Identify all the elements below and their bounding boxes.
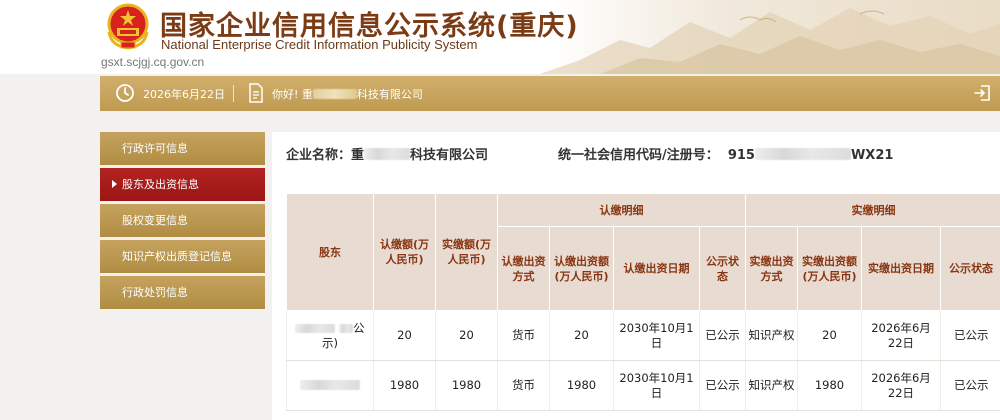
col-header-paid-status: 公示状态 (940, 226, 1000, 311)
sidebar-item-label: 行政处罚信息 (122, 286, 188, 299)
sub-method: 货币 (497, 310, 550, 361)
shareholder-name (286, 360, 374, 411)
greeting-company-end: 科技有限公司 (356, 88, 423, 101)
site-header: 国家企业信用信息公示系统(重庆) National Enterprise Cre… (0, 0, 1000, 74)
redacted-credit-code (754, 148, 851, 160)
sidebar-item-administrative-license[interactable]: 行政许可信息 (100, 132, 265, 165)
table-row: 1980 1980 货币 1980 2030年10月1日 已公示 知识产权 19… (286, 360, 1000, 411)
triangle-right-icon (112, 180, 117, 188)
credit-code-start: 915 (727, 148, 755, 163)
company-name-end: 科技有限公司 (410, 148, 489, 163)
col-header-paid-method: 实缴出资方式 (745, 226, 798, 311)
table-row: 公 示) 20 20 货币 20 2030年10月1日 已公示 知识产权 20 … (286, 310, 1000, 361)
sidebar-item-label: 股东及出资信息 (122, 178, 199, 191)
sidebar-item-shareholders[interactable]: 股东及出资信息 (100, 168, 265, 201)
paid-amount: 20 (435, 310, 498, 361)
sidebar-item-label: 知识产权出质登记信息 (122, 250, 232, 263)
company-name-start: 重 (351, 148, 365, 163)
paid-amount: 1980 (435, 360, 498, 411)
sidebar-item-administrative-penalty[interactable]: 行政处罚信息 (100, 276, 265, 309)
redacted-company-name (364, 148, 411, 160)
col-header-sub-status: 公示状态 (699, 226, 746, 311)
redacted-shareholder-name (300, 380, 360, 390)
greeting-company-start: 重 (301, 88, 313, 101)
mountain-landscape-decoration (540, 8, 1000, 74)
paid-method: 知识产权 (745, 360, 798, 411)
col-header-sub-amount: 认缴出资额(万人民币) (549, 226, 614, 311)
paid-date: 2026年6月22日 (861, 360, 941, 411)
sidebar-nav: 行政许可信息 股东及出资信息 股权变更信息 知识产权出质登记信息 行政处罚信息 (100, 132, 265, 312)
col-header-subscribed-amount: 认缴额(万人民币) (373, 193, 436, 311)
company-name-row: 企业名称：重 科技有限公司 (286, 144, 488, 163)
document-icon (249, 83, 263, 103)
info-divider (233, 85, 234, 102)
col-header-paid-amount: 实缴额(万人民币) (435, 193, 498, 311)
credit-code-end: WX21 (850, 148, 894, 163)
col-header-subscribed-detail: 认缴明细 (497, 193, 746, 227)
sidebar-item-label: 股权变更信息 (122, 214, 188, 227)
logout-icon[interactable] (974, 84, 992, 102)
sub-amount: 1980 (549, 360, 614, 411)
sidebar-item-ip-pledge[interactable]: 知识产权出质登记信息 (100, 240, 265, 273)
col-header-shareholder: 股东 (286, 193, 374, 311)
col-header-paid-detail: 实缴明细 (745, 193, 1000, 227)
paid-method: 知识产权 (745, 310, 798, 361)
sidebar-item-label: 行政许可信息 (122, 142, 188, 155)
col-header-paid-date: 实缴出资日期 (861, 226, 941, 311)
national-emblem-icon (107, 3, 149, 50)
redacted-shareholder-name (339, 323, 354, 333)
site-url: gsxt.scjgj.cq.gov.cn (101, 55, 205, 69)
info-bar: 2026年6月22日 你好! 重 科技有限公司 (100, 76, 1000, 111)
paid-status: 已公示 (940, 310, 1000, 361)
sidebar-item-equity-change[interactable]: 股权变更信息 (100, 204, 265, 237)
redacted-company-name (312, 89, 357, 99)
credit-code-label: 统一社会信用代码/注册号： (558, 148, 719, 163)
clock-icon (116, 84, 134, 102)
paid-status: 已公示 (940, 360, 1000, 411)
credit-code-row: 统一社会信用代码/注册号： 915 WX21 (558, 144, 893, 163)
redacted-shareholder-name (295, 323, 336, 333)
col-header-paid-amount-detail: 实缴出资额(万人民币) (797, 226, 862, 311)
greeting: 你好! 重 科技有限公司 (272, 86, 423, 102)
shareholder-table: 股东 认缴额(万人民币) 实缴额(万人民币) 认缴明细 实缴明细 认缴出资方式 … (286, 193, 1000, 411)
paid-amount-detail: 1980 (797, 360, 862, 411)
sub-status: 已公示 (699, 310, 746, 361)
paid-amount-detail: 20 (797, 310, 862, 361)
sub-date: 2030年10月1日 (613, 360, 700, 411)
company-name-label: 企业名称： (286, 148, 352, 163)
current-date: 2026年6月22日 (143, 88, 225, 101)
site-title-en: National Enterprise Credit Information P… (161, 37, 478, 52)
sub-method: 货币 (497, 360, 550, 411)
col-header-sub-method: 认缴出资方式 (497, 226, 550, 311)
greeting-prefix: 你好! (272, 88, 299, 101)
sub-date: 2030年10月1日 (613, 310, 700, 361)
sub-amount: 20 (549, 310, 614, 361)
shareholder-name: 公 示) (286, 310, 374, 361)
main-panel: 企业名称：重 科技有限公司 统一社会信用代码/注册号： 915 WX21 股东 认缴… (272, 132, 1000, 420)
sub-status: 已公示 (699, 360, 746, 411)
col-header-sub-date: 认缴出资日期 (613, 226, 700, 311)
subscribed-amount: 20 (373, 310, 436, 361)
paid-date: 2026年6月22日 (861, 310, 941, 361)
subscribed-amount: 1980 (373, 360, 436, 411)
